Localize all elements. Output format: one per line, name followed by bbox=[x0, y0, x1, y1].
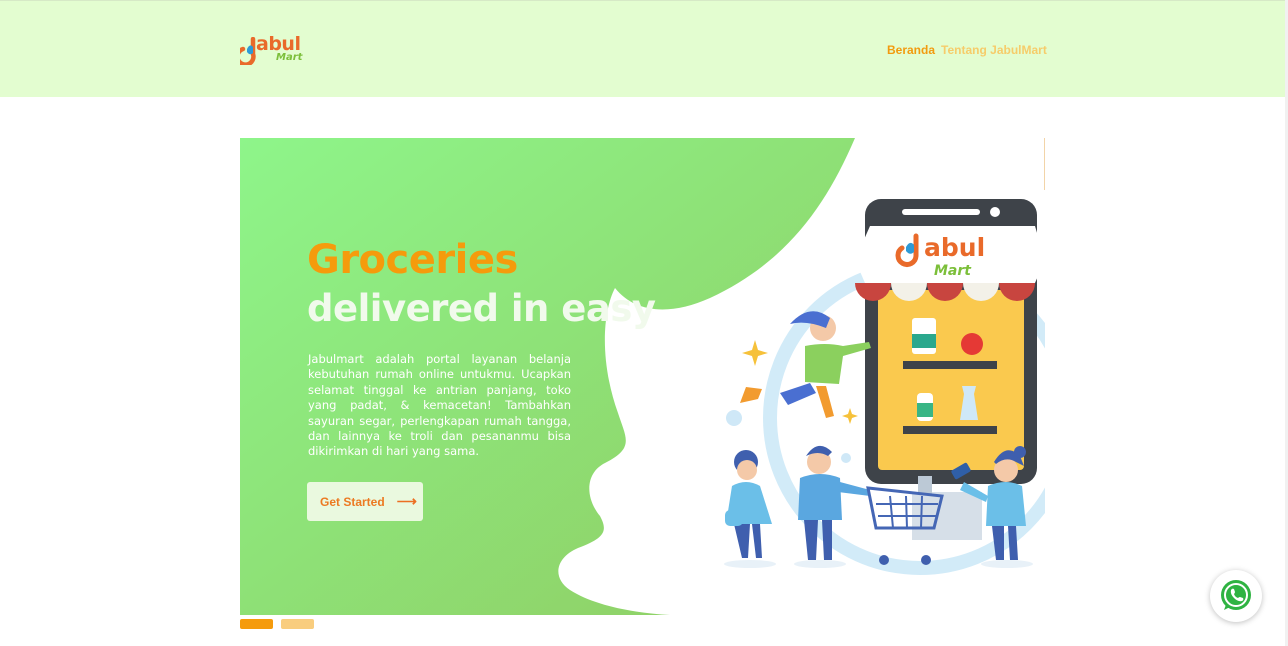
brand-subname: Mart bbox=[276, 52, 303, 63]
hero-subtitle: delivered in easy bbox=[307, 287, 656, 330]
carousel-indicator-2[interactable] bbox=[281, 619, 314, 629]
phone-logo-main: abul bbox=[924, 233, 985, 262]
nav-item-beranda[interactable]: Beranda bbox=[887, 43, 935, 57]
main-nav: Beranda Tentang JabulMart bbox=[887, 43, 1047, 57]
online-grocery-illustration: abul Mart bbox=[724, 199, 1045, 575]
hero-description: Jabulmart adalah portal layanan belanja … bbox=[308, 352, 571, 459]
whatsapp-button[interactable] bbox=[1210, 570, 1262, 622]
hero-title: Groceries bbox=[307, 237, 518, 283]
top-navbar: abul Mart Beranda Tentang JabulMart bbox=[0, 0, 1288, 97]
hero-banner: abul Mart Groceries delivered in easy Ja… bbox=[240, 138, 1045, 615]
whatsapp-icon bbox=[1221, 580, 1251, 610]
carousel-indicator-1[interactable] bbox=[240, 619, 273, 629]
divider-line bbox=[1044, 138, 1045, 190]
nav-item-tentang[interactable]: Tentang JabulMart bbox=[941, 43, 1047, 57]
get-started-label: Get Started bbox=[320, 494, 385, 509]
brand-logo[interactable]: abul Mart bbox=[240, 33, 310, 69]
phone-logo-sub: Mart bbox=[934, 263, 972, 279]
get-started-button[interactable]: Get Started ⟶ bbox=[307, 482, 423, 521]
carousel-indicators bbox=[240, 619, 314, 629]
arrow-right-icon: ⟶ bbox=[396, 493, 417, 509]
